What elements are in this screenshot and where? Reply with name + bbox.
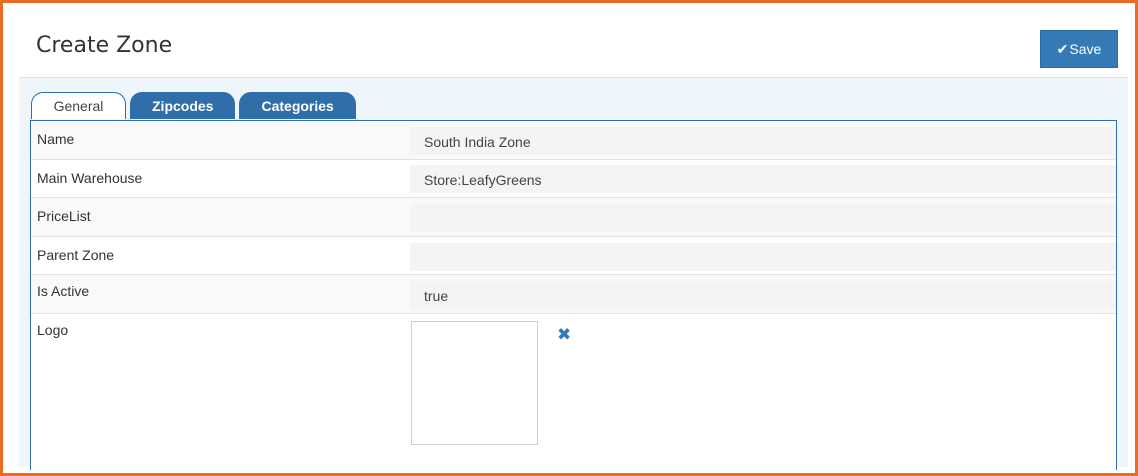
main-warehouse-field[interactable]: Store:LeafyGreens: [410, 165, 1116, 193]
save-button-label: Save: [1069, 41, 1102, 57]
close-icon[interactable]: ✖: [557, 326, 573, 343]
form-row-pricelist: PriceList: [31, 198, 1116, 237]
pricelist-field[interactable]: [410, 204, 1116, 232]
name-label: Name: [37, 131, 75, 147]
page-title: Create Zone: [36, 33, 173, 58]
main-warehouse-label: Main Warehouse: [37, 170, 143, 186]
general-form-panel: Name South India Zone Main Warehouse Sto…: [30, 120, 1117, 470]
name-field[interactable]: South India Zone: [410, 127, 1116, 155]
form-row-parent-zone: Parent Zone: [31, 237, 1116, 275]
parent-zone-label: Parent Zone: [37, 247, 115, 263]
tab-bar: General Zipcodes Categories: [31, 92, 360, 120]
logo-upload-box[interactable]: [411, 321, 538, 445]
tab-zipcodes[interactable]: Zipcodes: [130, 92, 236, 119]
tab-categories[interactable]: Categories: [239, 92, 356, 119]
check-icon: ✔: [1056, 40, 1069, 57]
is-active-label: Is Active: [37, 283, 90, 299]
tab-container: General Zipcodes Categories Name South I…: [19, 77, 1128, 470]
form-row-name: Name South India Zone: [31, 121, 1116, 160]
logo-label: Logo: [37, 322, 69, 338]
pricelist-label: PriceList: [37, 208, 91, 224]
tab-general[interactable]: General: [31, 92, 126, 119]
form-row-logo: Logo ✖: [31, 314, 1116, 470]
save-button[interactable]: ✔ Save: [1040, 30, 1118, 68]
app-frame: Create Zone ✔ Save General Zipcodes Cate…: [0, 0, 1138, 476]
form-row-main-warehouse: Main Warehouse Store:LeafyGreens: [31, 160, 1116, 198]
parent-zone-field[interactable]: [410, 243, 1116, 271]
is-active-field[interactable]: true: [410, 281, 1116, 309]
form-row-is-active: Is Active true: [31, 275, 1116, 314]
